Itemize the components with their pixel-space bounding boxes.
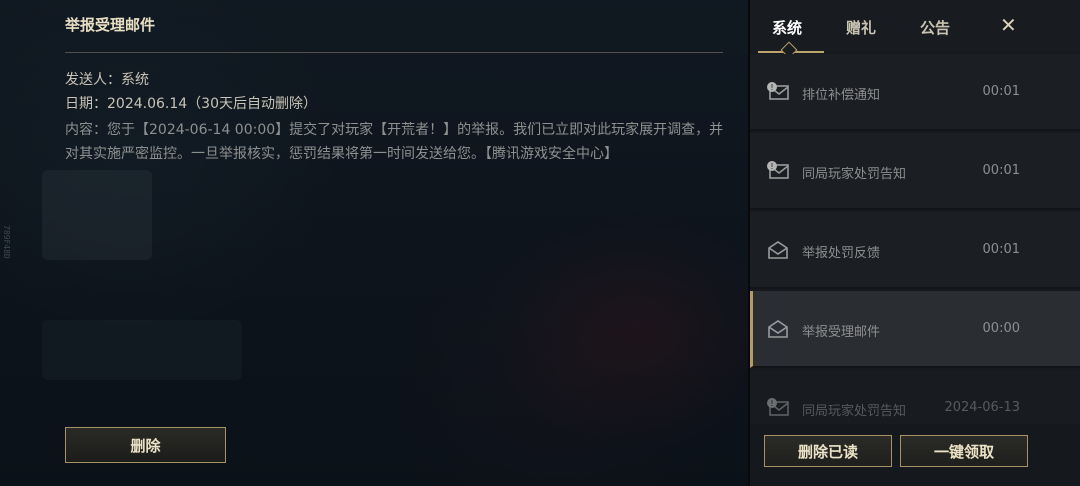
mail-badge-icon: ! <box>767 398 789 416</box>
mail-item-label: 排位补偿通知 <box>802 88 881 103</box>
mail-item[interactable]: ! 排位补偿通知 00:01 <box>750 54 1080 131</box>
mail-item-time: 2024-06-13 <box>944 400 1020 415</box>
mail-badge-icon: ! <box>767 82 789 100</box>
svg-text:!: ! <box>770 399 773 408</box>
action-bar: 删除已读 一键领取 <box>750 424 1080 486</box>
mail-item[interactable]: 举报处罚反馈 00:01 <box>750 212 1080 289</box>
mail-date: 日期：2024.06.14（30天后自动删除） <box>65 96 317 112</box>
side-watermark: 789F48D <box>2 225 11 259</box>
mail-item-time: 00:00 <box>982 321 1020 336</box>
mail-item-time: 00:01 <box>982 242 1020 257</box>
mail-item-time: 00:01 <box>982 163 1020 178</box>
mail-item[interactable]: ! 同局玩家处罚告知 2024-06-13 <box>750 370 1080 424</box>
mail-item-label: 同局玩家处罚告知 <box>802 404 907 419</box>
tab-bar: 系统 赠礼 公告 ✕ <box>750 0 1080 59</box>
tab-announcements[interactable]: 公告 <box>920 17 950 38</box>
mail-open-icon <box>768 241 788 259</box>
mail-item-label: 同局玩家处罚告知 <box>802 167 907 182</box>
mail-sender: 发送人：系统 <box>65 72 149 88</box>
title-divider <box>65 52 723 53</box>
svg-text:!: ! <box>770 83 773 92</box>
delete-read-button[interactable]: 删除已读 <box>764 435 892 467</box>
mail-open-icon <box>768 320 788 338</box>
claim-all-button[interactable]: 一键领取 <box>900 435 1028 467</box>
mail-list-panel: 系统 赠礼 公告 ✕ ! 排位补偿通知 00:01 ! 同局玩家处罚告知 00:… <box>748 0 1080 486</box>
mail-item-label: 举报处罚反馈 <box>802 246 881 261</box>
mail-content: 内容：您于【2024-06-14 00:00】提交了对玩家【开荒者！】的举报。我… <box>65 122 724 162</box>
svg-text:!: ! <box>770 162 773 171</box>
background-decoration <box>42 170 152 260</box>
mail-item-label: 举报受理邮件 <box>802 325 881 340</box>
tab-gifts[interactable]: 赠礼 <box>846 17 876 38</box>
mail-title: 举报受理邮件 <box>65 16 156 34</box>
tab-system[interactable]: 系统 <box>772 17 802 38</box>
close-button[interactable]: ✕ <box>1000 13 1017 37</box>
mail-badge-icon: ! <box>767 161 789 179</box>
mail-item-selected[interactable]: 举报受理邮件 00:00 <box>750 291 1080 368</box>
mail-item[interactable]: ! 同局玩家处罚告知 00:01 <box>750 133 1080 210</box>
background-decoration <box>42 320 242 380</box>
delete-button[interactable]: 删除 <box>65 427 226 463</box>
mail-item-time: 00:01 <box>982 84 1020 99</box>
mail-list: ! 排位补偿通知 00:01 ! 同局玩家处罚告知 00:01 举报处罚反馈 0… <box>750 54 1080 424</box>
